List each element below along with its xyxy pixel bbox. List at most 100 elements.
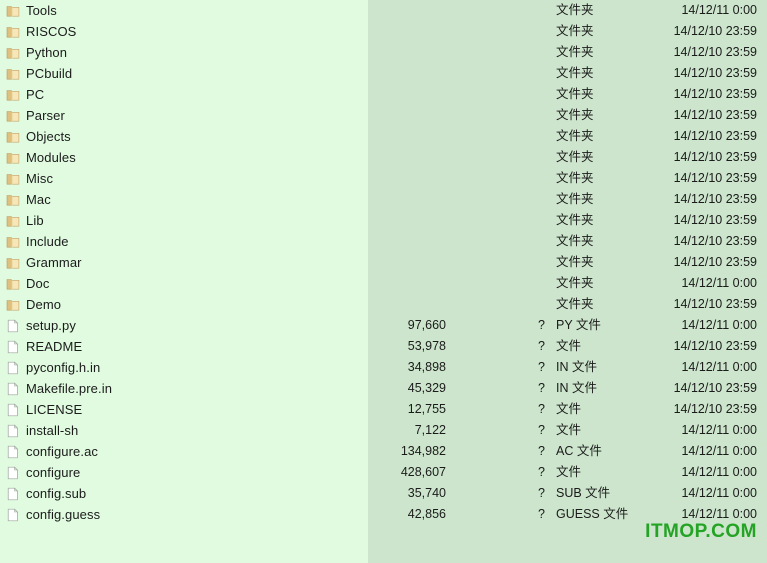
file-name-cell[interactable]: Objects	[6, 126, 71, 147]
file-type-cell: IN 文件	[556, 381, 597, 395]
file-name-cell[interactable]: PC	[6, 84, 44, 105]
file-size-cell: 53,978	[407, 339, 446, 353]
file-name-cell[interactable]: setup.py	[6, 315, 76, 336]
folder-icon	[6, 172, 20, 186]
file-size-cell: 35,740	[407, 486, 446, 500]
file-row[interactable]: configure 428,607? 文件 14/12/11 0:00	[0, 462, 767, 483]
file-name-cell[interactable]: Doc	[6, 273, 49, 294]
file-row[interactable]: pyconfig.h.in 34,898? IN 文件 14/12/11 0:00	[0, 357, 767, 378]
file-name-label: PCbuild	[26, 66, 73, 81]
file-date-cell: 14/12/11 0:00	[681, 444, 757, 458]
file-date-cell: 14/12/10 23:59	[673, 297, 757, 311]
file-name-cell[interactable]: configure	[6, 462, 80, 483]
file-row[interactable]: Python 文件夹 14/12/10 23:59	[0, 42, 767, 63]
file-row[interactable]: Demo 文件夹 14/12/10 23:59	[0, 294, 767, 315]
file-icon	[6, 486, 20, 501]
file-row[interactable]: Modules 文件夹 14/12/10 23:59	[0, 147, 767, 168]
file-icon	[6, 339, 20, 354]
file-date-cell: 14/12/11 0:00	[681, 276, 757, 290]
file-size-cell: 42,856	[407, 507, 446, 521]
file-name-cell[interactable]: config.guess	[6, 504, 100, 525]
file-name-cell[interactable]: LICENSE	[6, 399, 82, 420]
file-size-cell: 97,660	[407, 318, 446, 332]
file-row[interactable]: Tools 文件夹 14/12/11 0:00	[0, 0, 767, 21]
file-name-cell[interactable]: Python	[6, 42, 67, 63]
file-name-cell[interactable]: Demo	[6, 294, 61, 315]
file-name-cell[interactable]: Grammar	[6, 252, 82, 273]
unknown-size-marker: ?	[538, 486, 545, 500]
file-type-cell: 文件夹	[556, 87, 594, 101]
file-row[interactable]: Include 文件夹 14/12/10 23:59	[0, 231, 767, 252]
file-row[interactable]: LICENSE 12,755? 文件 14/12/10 23:59	[0, 399, 767, 420]
file-date-cell: 14/12/10 23:59	[673, 192, 757, 206]
file-name-cell[interactable]: README	[6, 336, 82, 357]
file-name-cell[interactable]: Modules	[6, 147, 76, 168]
file-name-label: install-sh	[26, 423, 79, 438]
file-row[interactable]: install-sh 7,122? 文件 14/12/11 0:00	[0, 420, 767, 441]
file-date-cell: 14/12/10 23:59	[673, 108, 757, 122]
file-type-cell: 文件夹	[556, 213, 594, 227]
file-row[interactable]: configure.ac 134,982? AC 文件 14/12/11 0:00	[0, 441, 767, 462]
file-name-cell[interactable]: Misc	[6, 168, 53, 189]
file-name-cell[interactable]: Include	[6, 231, 69, 252]
file-name-cell[interactable]: Parser	[6, 105, 65, 126]
file-name-label: configure	[26, 465, 81, 480]
file-type-cell: 文件夹	[556, 150, 594, 164]
file-list[interactable]: Tools 文件夹 14/12/11 0:00 RISCOS 文件夹 14/12/10 2…	[0, 0, 767, 563]
file-date-cell: 14/12/10 23:59	[673, 255, 757, 269]
file-type-cell: 文件夹	[556, 234, 594, 248]
folder-icon	[6, 25, 20, 39]
file-size-cell: 34,898	[407, 360, 446, 374]
file-name-cell[interactable]: config.sub	[6, 483, 86, 504]
file-name-cell[interactable]: pyconfig.h.in	[6, 357, 100, 378]
file-icon	[6, 402, 20, 417]
file-name-label: Misc	[26, 171, 54, 186]
file-date-cell: 14/12/11 0:00	[681, 423, 757, 437]
file-row[interactable]: setup.py 97,660? PY 文件 14/12/11 0:00	[0, 315, 767, 336]
file-date-cell: 14/12/10 23:59	[673, 66, 757, 80]
file-name-label: Include	[26, 234, 69, 249]
file-name-label: Modules	[26, 150, 76, 165]
file-name-cell[interactable]: Makefile.pre.in	[6, 378, 112, 399]
file-name-cell[interactable]: PCbuild	[6, 63, 72, 84]
file-row[interactable]: Grammar 文件夹 14/12/10 23:59	[0, 252, 767, 273]
unknown-size-marker: ?	[538, 318, 545, 332]
file-icon	[6, 360, 20, 375]
file-name-label: Demo	[26, 297, 62, 312]
file-date-cell: 14/12/10 23:59	[673, 402, 757, 416]
file-type-cell: 文件夹	[556, 3, 594, 17]
file-type-cell: 文件	[556, 339, 582, 353]
file-row[interactable]: RISCOS 文件夹 14/12/10 23:59	[0, 21, 767, 42]
file-row[interactable]: config.sub 35,740? SUB 文件 14/12/11 0:00	[0, 483, 767, 504]
file-icon	[6, 444, 20, 459]
folder-icon	[6, 151, 20, 165]
file-name-cell[interactable]: Mac	[6, 189, 51, 210]
file-row[interactable]: Lib 文件夹 14/12/10 23:59	[0, 210, 767, 231]
file-row[interactable]: README 53,978? 文件 14/12/10 23:59	[0, 336, 767, 357]
file-date-cell: 14/12/10 23:59	[673, 87, 757, 101]
file-row[interactable]: Misc 文件夹 14/12/10 23:59	[0, 168, 767, 189]
folder-icon	[6, 130, 20, 144]
file-size-cell: 12,755	[407, 402, 446, 416]
file-name-cell[interactable]: RISCOS	[6, 21, 76, 42]
file-name-cell[interactable]: Lib	[6, 210, 44, 231]
file-row[interactable]: Objects 文件夹 14/12/10 23:59	[0, 126, 767, 147]
file-row[interactable]: PC 文件夹 14/12/10 23:59	[0, 84, 767, 105]
file-row[interactable]: Mac 文件夹 14/12/10 23:59	[0, 189, 767, 210]
file-row[interactable]: Doc 文件夹 14/12/11 0:00	[0, 273, 767, 294]
unknown-size-marker: ?	[538, 507, 545, 521]
file-row[interactable]: Parser 文件夹 14/12/10 23:59	[0, 105, 767, 126]
file-row[interactable]: PCbuild 文件夹 14/12/10 23:59	[0, 63, 767, 84]
file-date-cell: 14/12/11 0:00	[681, 465, 757, 479]
file-row[interactable]: Makefile.pre.in 45,329? IN 文件 14/12/10 23:5…	[0, 378, 767, 399]
file-date-cell: 14/12/10 23:59	[673, 129, 757, 143]
file-type-cell: PY 文件	[556, 318, 601, 332]
file-name-label: Grammar	[26, 255, 82, 270]
file-name-cell[interactable]: Tools	[6, 0, 57, 21]
file-type-cell: 文件夹	[556, 171, 594, 185]
file-date-cell: 14/12/10 23:59	[673, 213, 757, 227]
file-date-cell: 14/12/10 23:59	[673, 171, 757, 185]
unknown-size-marker: ?	[538, 360, 545, 374]
file-name-cell[interactable]: configure.ac	[6, 441, 98, 462]
file-name-cell[interactable]: install-sh	[6, 420, 78, 441]
